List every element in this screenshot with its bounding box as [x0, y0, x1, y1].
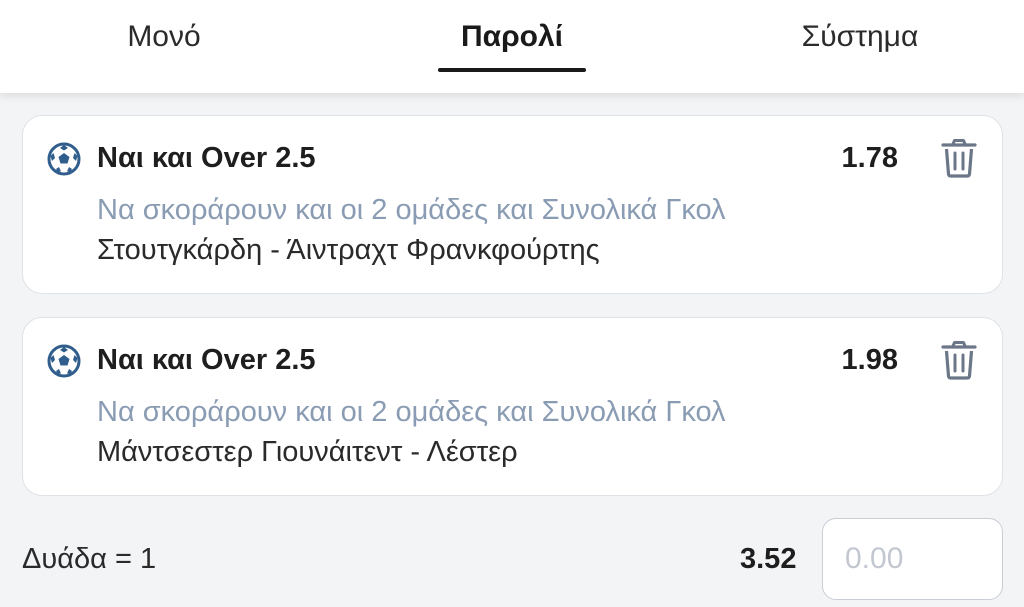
soccer-ball-icon	[47, 344, 81, 378]
selection-odds: 1.78	[841, 142, 898, 174]
active-tab-indicator	[438, 68, 586, 72]
selection-title: Ναι και Over 2.5	[97, 142, 316, 174]
selection-title: Ναι και Over 2.5	[97, 344, 316, 376]
soccer-ball-icon	[47, 142, 81, 176]
stake-input[interactable]	[822, 518, 1003, 600]
selection-card: Ναι και Over 2.5 1.98 Να σκοράρουν και ο…	[22, 317, 1003, 496]
tab-system[interactable]: Σύστημα	[780, 20, 940, 72]
selection-odds: 1.98	[841, 344, 898, 376]
tab-parlay[interactable]: Παρολί	[438, 20, 586, 72]
trash-icon[interactable]	[940, 138, 978, 178]
total-odds: 3.52	[740, 543, 797, 575]
betslip-tabs: Μονό Παρολί Σύστημα	[0, 0, 1024, 93]
selection-card: Ναι και Over 2.5 1.78 Να σκοράρουν και ο…	[22, 115, 1003, 294]
tab-single[interactable]: Μονό	[90, 20, 238, 72]
trash-icon[interactable]	[940, 340, 978, 380]
selection-market: Να σκοράρουν και οι 2 ομάδες και Συνολικ…	[97, 396, 726, 428]
selection-market: Να σκοράρουν και οι 2 ομάδες και Συνολικ…	[97, 194, 726, 226]
combo-label: Δυάδα = 1	[22, 543, 157, 575]
selection-event: Στουτγκάρδη - Άιντραχτ Φρανκφούρτης	[97, 234, 600, 266]
selection-event: Μάντσεστερ Γιουνάιτεντ - Λέστερ	[97, 436, 518, 468]
